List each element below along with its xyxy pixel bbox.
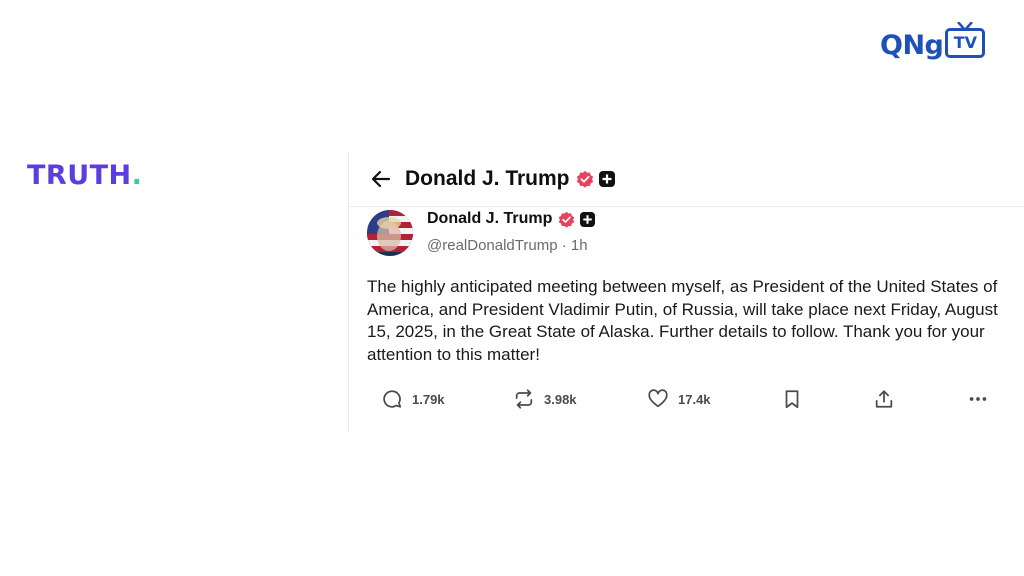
avatar[interactable] <box>367 210 413 256</box>
truth-logo-dot: . <box>131 160 143 191</box>
retruth-count: 3.98k <box>544 391 577 407</box>
comment-icon <box>383 390 402 408</box>
bookmark-icon <box>785 390 799 409</box>
truth-logo-text: TRUTH <box>27 160 132 191</box>
qngtv-logo: QNg TV <box>880 22 986 61</box>
retruth-icon <box>515 389 533 409</box>
post-panel: Donald J. Trump Donald J. Trump @realDon… <box>348 152 1024 432</box>
tv-box-text: TV <box>953 33 978 52</box>
like-count: 17.4k <box>678 391 711 407</box>
verified-badge-icon <box>559 211 575 228</box>
antenna-icon <box>957 22 974 31</box>
bookmark-button[interactable] <box>781 388 812 410</box>
more-dots-icon <box>969 397 987 401</box>
arrow-left-icon[interactable] <box>371 169 391 189</box>
more-options-button[interactable] <box>967 388 998 410</box>
truth-social-logo: TRUTH. <box>27 160 142 191</box>
retruth-button[interactable]: 3.98k <box>513 388 577 410</box>
plus-badge-icon <box>598 171 615 187</box>
like-button[interactable]: 17.4k <box>647 388 711 410</box>
post-text: The highly anticipated meeting between m… <box>367 277 998 364</box>
author-name-row: Donald J. Trump <box>427 209 596 229</box>
tv-box: TV <box>945 22 986 58</box>
share-icon <box>875 390 893 408</box>
author-name[interactable]: Donald J. Trump <box>427 210 552 228</box>
author-meta: Donald J. Trump @realDonaldTrump · 1h <box>427 209 596 256</box>
reply-button[interactable]: 1.79k <box>381 388 445 410</box>
post-header: Donald J. Trump <box>349 152 1024 207</box>
post-author: Donald J. Trump @realDonaldTrump · 1h <box>367 208 596 256</box>
author-handle[interactable]: @realDonaldTrump · 1h <box>427 237 595 254</box>
header-title: Donald J. Trump <box>405 167 570 190</box>
heart-icon <box>648 389 668 408</box>
reply-count: 1.79k <box>412 391 445 407</box>
share-button[interactable] <box>873 388 904 410</box>
verified-badge-icon <box>576 170 593 188</box>
plus-badge-icon <box>580 211 596 227</box>
post-actions: 1.79k 3.98k 17.4k <box>379 388 999 414</box>
qngtv-logo-text: QNg <box>880 30 944 61</box>
